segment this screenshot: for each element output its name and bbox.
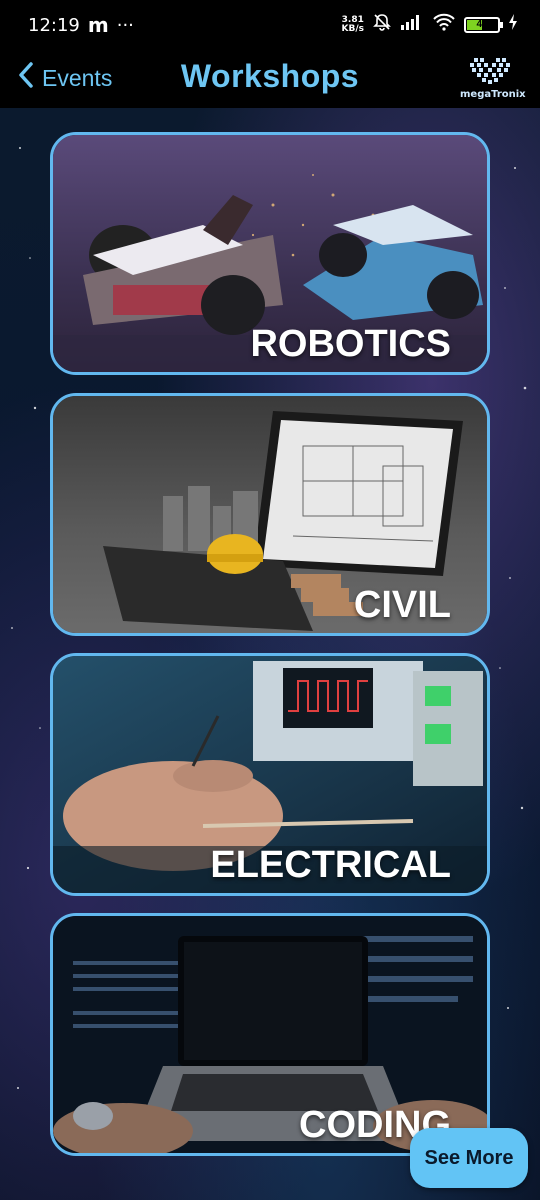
wifi-icon xyxy=(432,13,456,36)
mute-icon xyxy=(372,12,392,37)
page-title: Workshops xyxy=(180,58,360,94)
battery-level: 47 xyxy=(476,18,488,30)
megatronix-logo: megaTronix xyxy=(460,56,526,100)
workshop-card-electrical[interactable]: ELECTRICAL xyxy=(50,653,490,896)
status-right: 3.81 KB/s 47 xyxy=(342,12,518,37)
charging-icon xyxy=(508,13,518,36)
see-more-button[interactable]: See More xyxy=(410,1128,528,1188)
status-left: 12:19 m ··· xyxy=(28,13,134,37)
workshop-label: ELECTRICAL xyxy=(210,844,451,886)
app-indicator: m xyxy=(87,13,109,37)
workshop-card-robotics[interactable]: ROBOTICS xyxy=(50,132,490,375)
battery-icon: 47 xyxy=(464,16,503,33)
workshop-card-coding[interactable]: CODING xyxy=(50,913,490,1156)
more-notifications: ··· xyxy=(116,14,134,36)
status-bar: 12:19 m ··· 3.81 KB/s 47 xyxy=(0,0,540,50)
net-speed: 3.81 KB/s xyxy=(341,15,364,34)
signal-icon xyxy=(400,13,424,36)
workshop-label: ROBOTICS xyxy=(250,323,451,365)
workshop-label: CIVIL xyxy=(353,584,451,626)
logo-text: megaTronix xyxy=(460,89,526,100)
status-time: 12:19 xyxy=(28,14,80,36)
app-header: Events Workshops megaTronix xyxy=(0,50,540,108)
net-speed-unit: KB/s xyxy=(341,23,364,34)
content-area[interactable]: ROBOTICS CIVIL ELECTRICAL CODING See Mor… xyxy=(0,108,540,1200)
workshop-card-civil[interactable]: CIVIL xyxy=(50,393,490,636)
